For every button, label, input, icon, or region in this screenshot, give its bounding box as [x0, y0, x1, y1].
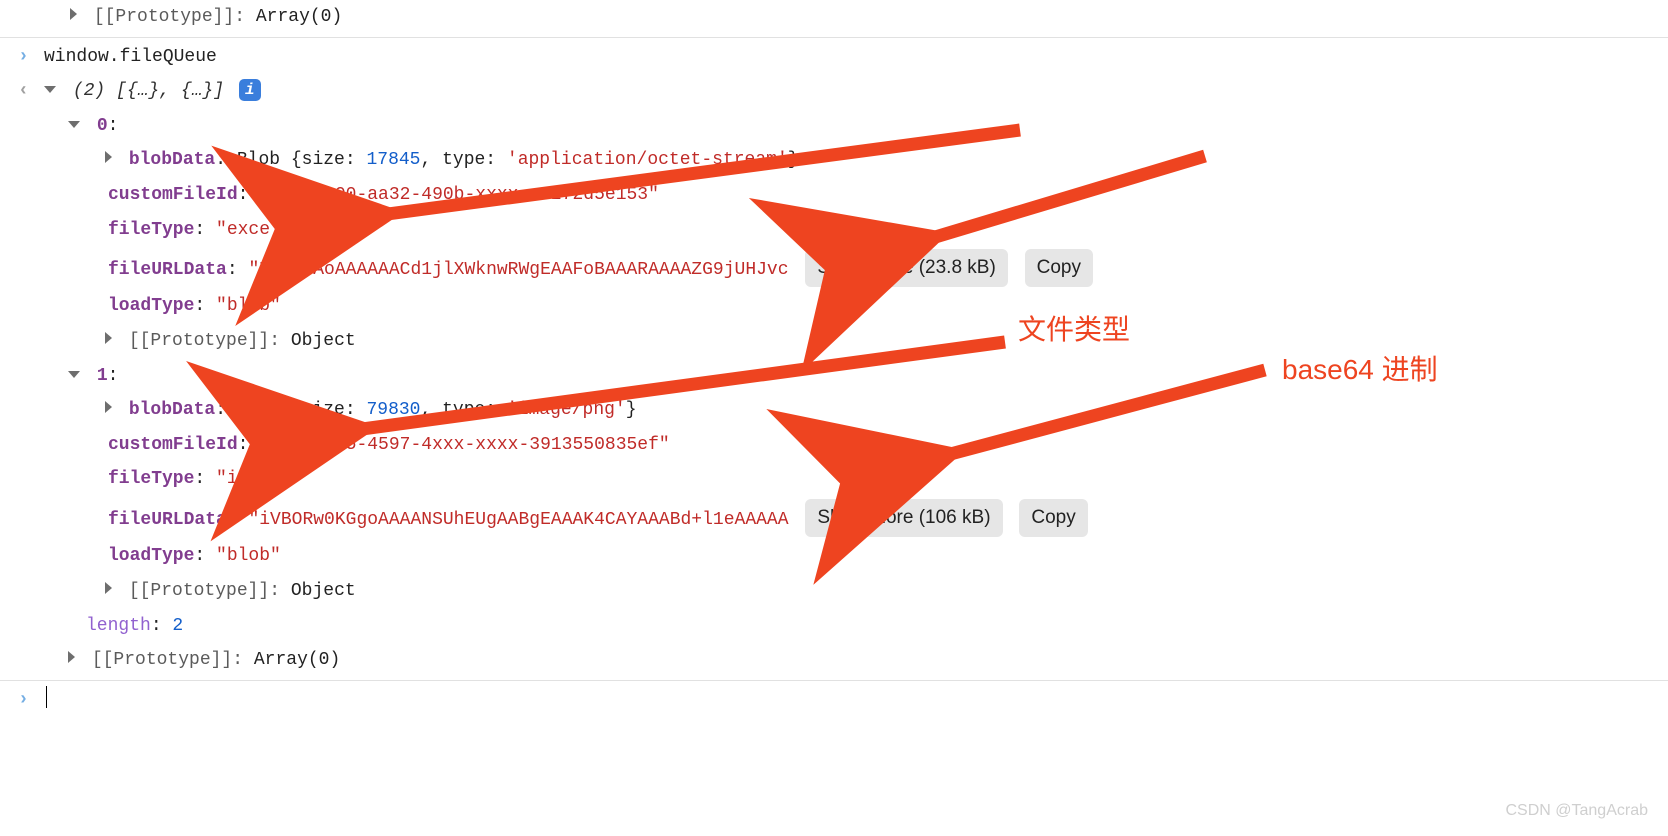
prop-value: "img": [216, 469, 270, 489]
prop-key: customFileId: [108, 185, 238, 205]
prop-key: loadType: [108, 296, 194, 316]
prop-value: "blob": [216, 296, 281, 316]
prop-value: "UEsDBAoAAAAAACd1jlXWknwRWgEAAFoBAAARAAA…: [248, 260, 788, 280]
copy-button[interactable]: Copy: [1025, 249, 1093, 287]
expand-icon[interactable]: [68, 651, 75, 663]
collapse-icon[interactable]: [68, 121, 80, 128]
prototype-row-outer[interactable]: [[Prototype]]: Array(0): [0, 643, 1668, 678]
object-property-row: loadType: "blob": [0, 289, 1668, 324]
object-property-row: fileType: "excel": [0, 213, 1668, 248]
prop-key: fileType: [108, 469, 194, 489]
prop-key: fileURLData: [108, 260, 227, 280]
prop-value: "blob": [216, 546, 281, 566]
expand-icon[interactable]: [105, 401, 112, 413]
chevron-right-icon: ›: [18, 42, 36, 73]
chevron-left-icon: ‹: [18, 76, 36, 107]
proto-label: [[Prototype]]: [94, 7, 234, 27]
index-key: 0: [97, 116, 108, 136]
show-more-button[interactable]: Show more (23.8 kB): [805, 249, 1007, 287]
prototype-row[interactable]: [[Prototype]]: Object: [0, 574, 1668, 609]
divider: [0, 680, 1668, 681]
prop-value: "iVBORw0KGgoAAAANSUhEUgAABgEAAAK4CAYAAAB…: [248, 510, 788, 530]
show-more-button[interactable]: Show more (106 kB): [805, 499, 1002, 537]
watermark: CSDN @TangAcrab: [1505, 802, 1648, 820]
object-property-row: fileURLData: "UEsDBAoAAAAAACd1jlXWknwRWg…: [0, 247, 1668, 289]
proto-value: Array(0): [254, 650, 340, 670]
text-cursor: [46, 686, 47, 708]
prop-value: "ccde9900-aa32-490b-xxxx-x8272d5e153": [259, 185, 659, 205]
prop-value: "excel": [216, 220, 292, 240]
console-expression: window.fileQUeue: [44, 47, 217, 67]
proto-value: Array(0): [256, 7, 342, 27]
proto-value: Object: [291, 331, 356, 351]
object-property-row[interactable]: blobData: Blob {size: 79830, type: 'imag…: [0, 393, 1668, 428]
copy-button[interactable]: Copy: [1019, 499, 1087, 537]
annotation-label-filetype: 文件类型: [1018, 308, 1130, 348]
expand-icon[interactable]: [105, 332, 112, 344]
length-label: length: [86, 616, 151, 636]
length-value: 2: [172, 616, 183, 636]
expand-icon[interactable]: [105, 582, 112, 594]
object-property-row: loadType: "blob": [0, 539, 1668, 574]
collapse-icon[interactable]: [44, 86, 56, 93]
prop-key: fileType: [108, 220, 194, 240]
console-output-row[interactable]: ‹ (2) [{…}, {…}] i: [0, 74, 1668, 109]
prop-key: fileURLData: [108, 510, 227, 530]
object-property-row: fileType: "img": [0, 462, 1668, 497]
object-property-row: customFileId: "ccde9900-aa32-490b-xxxx-x…: [0, 178, 1668, 213]
prototype-row-top[interactable]: [[Prototype]]: Array(0): [0, 0, 1668, 35]
console-input-row: › window.fileQUeue: [0, 40, 1668, 75]
prop-key: customFileId: [108, 435, 238, 455]
prop-key: blobData: [129, 150, 215, 170]
proto-label: [[Prototype]]: [129, 331, 269, 351]
prop-key: blobData: [129, 400, 215, 420]
length-row: length: 2: [0, 609, 1668, 644]
collapse-icon[interactable]: [68, 371, 80, 378]
object-property-row: fileURLData: "iVBORw0KGgoAAAANSUhEUgAABg…: [0, 497, 1668, 539]
annotation-label-base64: base64 进制: [1282, 348, 1438, 388]
proto-value: Object: [291, 581, 356, 601]
expand-icon[interactable]: [105, 151, 112, 163]
prop-key: loadType: [108, 546, 194, 566]
index-key: 1: [97, 366, 108, 386]
prop-value: "5826c475-4597-4xxx-xxxx-3913550835ef": [259, 435, 669, 455]
proto-label: [[Prototype]]: [92, 650, 232, 670]
result-summary: (2) [{…}, {…}]: [73, 81, 224, 101]
info-icon[interactable]: i: [239, 79, 261, 101]
object-index-row[interactable]: 0:: [0, 109, 1668, 144]
proto-label: [[Prototype]]: [129, 581, 269, 601]
chevron-right-icon: ›: [18, 685, 36, 716]
object-property-row[interactable]: blobData: Blob {size: 17845, type: 'appl…: [0, 143, 1668, 178]
expand-icon[interactable]: [70, 8, 77, 20]
object-property-row: customFileId: "5826c475-4597-4xxx-xxxx-3…: [0, 428, 1668, 463]
divider: [0, 37, 1668, 38]
console-prompt-row[interactable]: ›: [0, 683, 1668, 718]
